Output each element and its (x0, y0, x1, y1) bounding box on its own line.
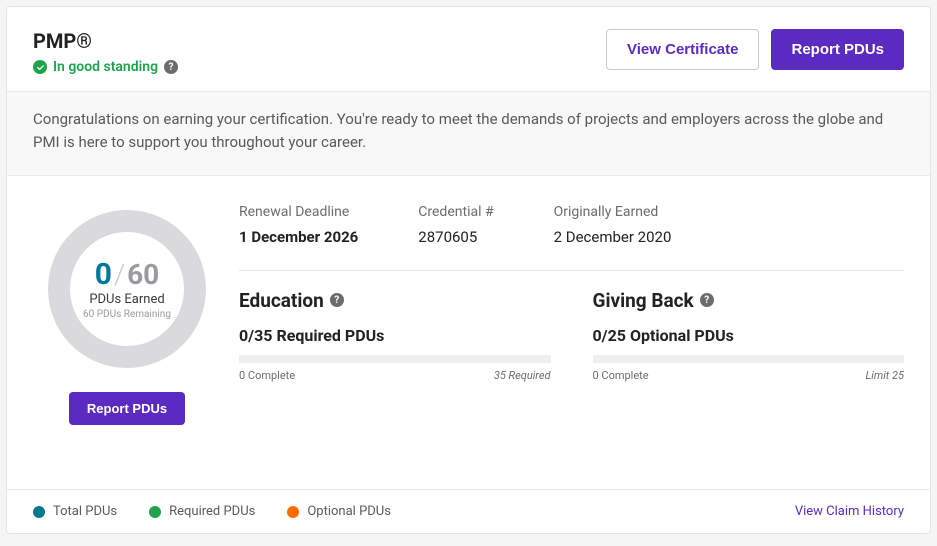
progress-bar (239, 355, 551, 363)
progress-complete: 0 Complete (593, 369, 649, 382)
card-footer: Total PDUs Required PDUs Optional PDUs V… (7, 489, 930, 533)
progress-bar (593, 355, 905, 363)
donut-label: PDUs Earned (89, 292, 164, 307)
originally-earned: Originally Earned 2 December 2020 (554, 204, 672, 246)
legend: Total PDUs Required PDUs Optional PDUs (33, 504, 391, 519)
card-body: 0 / 60 PDUs Earned 60 PDUs Remaining Rep… (7, 176, 930, 437)
view-claim-history-link[interactable]: View Claim History (795, 504, 904, 519)
progress-limit: Limit 25 (866, 369, 904, 382)
report-pdus-button[interactable]: Report PDUs (771, 29, 904, 70)
help-icon[interactable]: ? (700, 293, 714, 307)
legend-label: Optional PDUs (307, 504, 391, 519)
meta-value: 1 December 2026 (239, 228, 358, 246)
meta-value: 2 December 2020 (554, 228, 672, 246)
dot-icon (33, 506, 45, 518)
section-title: Education (239, 289, 324, 312)
info-column: Renewal Deadline 1 December 2026 Credent… (239, 204, 904, 425)
section-title-row: Giving Back ? (593, 289, 905, 312)
legend-item-required: Required PDUs (149, 504, 255, 519)
congrats-message: Congratulations on earning your certific… (7, 91, 930, 176)
help-icon[interactable]: ? (330, 293, 344, 307)
donut-center: 0 / 60 PDUs Earned 60 PDUs Remaining (42, 204, 212, 374)
view-certificate-button[interactable]: View Certificate (606, 29, 759, 70)
progress-labels: 0 Complete Limit 25 (593, 369, 905, 382)
legend-label: Required PDUs (169, 504, 255, 519)
section-subtitle: 0/25 Optional PDUs (593, 326, 905, 345)
card-header: PMP® In good standing ? View Certificate… (7, 7, 930, 91)
renewal-deadline: Renewal Deadline 1 December 2026 (239, 204, 358, 246)
progress-complete: 0 Complete (239, 369, 295, 382)
pdu-sections: Education ? 0/35 Required PDUs 0 Complet… (239, 289, 904, 382)
report-pdus-button-secondary[interactable]: Report PDUs (69, 392, 185, 425)
legend-label: Total PDUs (53, 504, 117, 519)
help-icon[interactable]: ? (164, 60, 178, 74)
legend-item-optional: Optional PDUs (287, 504, 391, 519)
metadata-row: Renewal Deadline 1 December 2026 Credent… (239, 204, 904, 271)
giving-back-section: Giving Back ? 0/25 Optional PDUs 0 Compl… (593, 289, 905, 382)
legend-item-total: Total PDUs (33, 504, 117, 519)
status-row: In good standing ? (33, 59, 178, 75)
pdu-donut-chart: 0 / 60 PDUs Earned 60 PDUs Remaining (42, 204, 212, 374)
progress-required: 35 Required (494, 369, 551, 382)
section-subtitle: 0/35 Required PDUs (239, 326, 551, 345)
meta-label: Renewal Deadline (239, 204, 358, 220)
cert-title: PMP® (33, 29, 178, 53)
donut-remaining: 60 PDUs Remaining (83, 309, 171, 320)
donut-total-value: 60 (127, 258, 159, 291)
donut-slash: / (114, 258, 125, 291)
credential-number: Credential # 2870605 (418, 204, 493, 246)
dot-icon (287, 506, 299, 518)
status-text: In good standing (53, 59, 158, 75)
header-actions: View Certificate Report PDUs (606, 29, 904, 70)
progress-labels: 0 Complete 35 Required (239, 369, 551, 382)
meta-label: Credential # (418, 204, 493, 220)
section-title: Giving Back (593, 289, 694, 312)
donut-column: 0 / 60 PDUs Earned 60 PDUs Remaining Rep… (33, 204, 221, 425)
title-block: PMP® In good standing ? (33, 29, 178, 75)
check-circle-icon (33, 60, 47, 74)
dot-icon (149, 506, 161, 518)
donut-fraction: 0 / 60 (95, 257, 160, 292)
education-section: Education ? 0/35 Required PDUs 0 Complet… (239, 289, 551, 382)
meta-label: Originally Earned (554, 204, 672, 220)
donut-earned-value: 0 (95, 257, 112, 292)
certification-card: PMP® In good standing ? View Certificate… (6, 6, 931, 534)
meta-value: 2870605 (418, 228, 493, 246)
section-title-row: Education ? (239, 289, 551, 312)
